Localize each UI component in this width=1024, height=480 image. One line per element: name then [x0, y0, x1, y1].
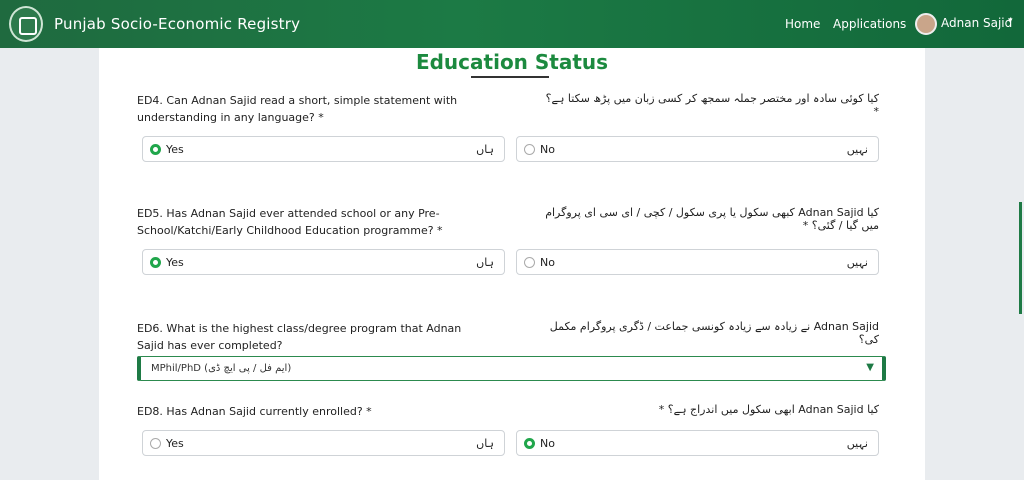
avatar[interactable] — [915, 13, 937, 35]
brand-title[interactable]: Punjab Socio-Economic Registry — [54, 15, 300, 33]
chevron-down-icon[interactable]: ▾ — [1008, 16, 1013, 26]
radio-unselected-icon[interactable] — [150, 438, 161, 449]
education-form-card: Education Status ED4. Can Adnan Sajid re… — [99, 48, 925, 480]
question-ed5-label-urdu: کیا Adnan Sajid کبھی سکول یا پری سکول / … — [545, 206, 879, 232]
question-ed8-label: ED8. Has Adnan Sajid currently enrolled?… — [137, 405, 372, 418]
ed5-option-no[interactable]: No نہیں — [516, 249, 879, 275]
option-label: Yes — [166, 143, 184, 156]
user-menu[interactable]: Adnan Sajid — [941, 16, 1012, 30]
radio-unselected-icon[interactable] — [524, 257, 535, 268]
radio-selected-icon[interactable] — [524, 438, 535, 449]
dropdown-arrow-icon[interactable]: ▼ — [866, 362, 874, 373]
select-value: MPhil/PhD (ایم فل / پی ایچ ڈی) — [151, 363, 292, 374]
radio-unselected-icon[interactable] — [524, 144, 535, 155]
question-ed4-label: ED4. Can Adnan Sajid read a short, simpl… — [137, 94, 458, 124]
option-label-urdu: نہیں — [846, 143, 868, 156]
ed5-option-yes[interactable]: Yes ہاں — [142, 249, 505, 275]
radio-selected-icon[interactable] — [150, 144, 161, 155]
nav-home-link[interactable]: Home — [785, 17, 820, 31]
question-ed8-label-urdu: کیا Adnan Sajid ابھی سکول میں اندراج ہے؟… — [658, 403, 879, 416]
option-label-urdu: ہاں — [476, 437, 494, 450]
title-divider — [471, 76, 549, 78]
ed8-option-no[interactable]: No نہیں — [516, 430, 879, 456]
option-label-urdu: ہاں — [476, 256, 494, 269]
page-title: Education Status — [415, 50, 609, 74]
option-label: No — [540, 143, 555, 156]
option-label: No — [540, 256, 555, 269]
option-label-urdu: ہاں — [476, 143, 494, 156]
page-edge-indicator — [1019, 202, 1022, 314]
question-ed6-label: ED6. What is the highest class/degree pr… — [137, 322, 462, 352]
option-label: No — [540, 437, 555, 450]
option-label-urdu: نہیں — [846, 437, 868, 450]
highest-class-select[interactable]: MPhil/PhD (ایم فل / پی ایچ ڈی) ▼ — [137, 356, 886, 381]
top-navbar: Punjab Socio-Economic Registry Home Appl… — [0, 0, 1024, 48]
question-ed6-label-urdu: Adnan Sajid نے زیادہ سے زیادہ کونسی جماع… — [549, 320, 879, 346]
ed8-option-yes[interactable]: Yes ہاں — [142, 430, 505, 456]
punjab-logo-icon[interactable] — [9, 6, 43, 42]
option-label-urdu: نہیں — [846, 256, 868, 269]
option-label: Yes — [166, 256, 184, 269]
option-label: Yes — [166, 437, 184, 450]
question-ed5-label: ED5. Has Adnan Sajid ever attended schoo… — [137, 207, 443, 237]
ed4-option-no[interactable]: No نہیں — [516, 136, 879, 162]
radio-selected-icon[interactable] — [150, 257, 161, 268]
nav-applications-link[interactable]: Applications — [833, 17, 906, 31]
question-ed4-label-urdu: کیا کوئی سادہ اور مختصر جملہ سمجھ کر کسی… — [545, 92, 879, 118]
ed4-option-yes[interactable]: Yes ہاں — [142, 136, 505, 162]
